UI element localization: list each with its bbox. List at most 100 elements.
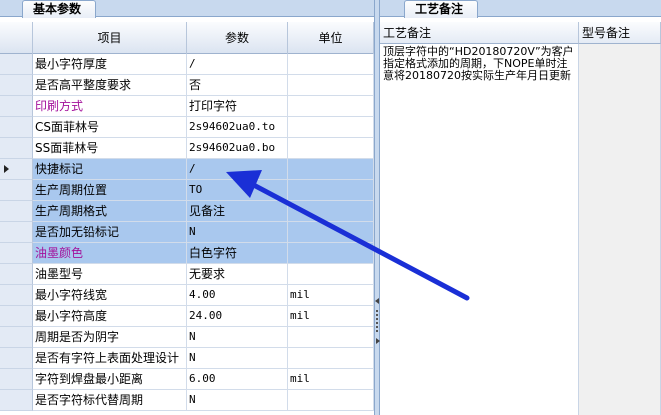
table-row[interactable]: 最小字符厚度 /: [0, 54, 374, 75]
cell-unit[interactable]: [288, 159, 374, 180]
table-row[interactable]: 是否高平整度要求否: [0, 75, 374, 96]
cell-param[interactable]: 2s94602ua0.to: [187, 117, 288, 138]
cell-param[interactable]: N: [187, 348, 288, 369]
cell-item[interactable]: 是否高平整度要求: [33, 75, 187, 96]
cell-param[interactable]: 否: [187, 75, 288, 96]
table-row[interactable]: 生产周期格式 见备注: [0, 201, 374, 222]
cell-item[interactable]: 印刷方式: [33, 96, 187, 117]
cell-unit[interactable]: [288, 96, 374, 117]
table-row[interactable]: 生产周期位置 TO: [0, 180, 374, 201]
cell-param[interactable]: /: [187, 54, 288, 75]
cell-unit[interactable]: [288, 138, 374, 159]
cell-param[interactable]: N: [187, 390, 288, 411]
cell-unit[interactable]: [288, 75, 374, 96]
model-notes-text[interactable]: [579, 44, 661, 415]
cell-unit[interactable]: [288, 117, 374, 138]
table-row[interactable]: 字符到焊盘最小距离 6.00 mil: [0, 369, 374, 390]
cell-unit[interactable]: [288, 201, 374, 222]
cell-unit[interactable]: mil: [288, 285, 374, 306]
model-notes-header: 型号备注: [579, 22, 661, 44]
cell-unit[interactable]: mil: [288, 306, 374, 327]
row-indicator[interactable]: [0, 327, 33, 348]
cell-item[interactable]: 是否有字符上表面处理设计: [33, 348, 187, 369]
cell-item[interactable]: 字符到焊盘最小距离: [33, 369, 187, 390]
cell-param[interactable]: 白色字符: [187, 243, 288, 264]
row-indicator[interactable]: [0, 117, 33, 138]
right-tab-strip: 工艺备注: [380, 0, 661, 18]
row-indicator[interactable]: [0, 264, 33, 285]
table-row[interactable]: 印刷方式 打印字符: [0, 96, 374, 117]
table-row[interactable]: 周期是否为阴字 N: [0, 327, 374, 348]
column-header-param[interactable]: 参数: [187, 22, 288, 54]
cell-item[interactable]: 生产周期格式: [33, 201, 187, 222]
cell-param[interactable]: /: [187, 159, 288, 180]
row-indicator[interactable]: [0, 75, 33, 96]
cell-param[interactable]: N: [187, 222, 288, 243]
cell-param[interactable]: 见备注: [187, 201, 288, 222]
column-header-item[interactable]: 项目: [33, 22, 187, 54]
cell-unit[interactable]: [288, 54, 374, 75]
process-notes-text[interactable]: 顶层字符中的“HD20180720V”为客户指定格式添加的周期，下NOPE单时注…: [380, 44, 579, 415]
basic-params-panel: 基本参数 项目 参数 单位 最小字符厚度 / 是否高平整度要求否印刷方式 打印字符 CS…: [0, 0, 374, 415]
cell-item[interactable]: 最小字符厚度: [33, 54, 187, 75]
table-row[interactable]: SS面菲林号 2s94602ua0.bo: [0, 138, 374, 159]
row-indicator[interactable]: [0, 285, 33, 306]
cell-param[interactable]: N: [187, 327, 288, 348]
cell-unit[interactable]: [288, 327, 374, 348]
row-indicator[interactable]: [0, 369, 33, 390]
table-row[interactable]: 油墨颜色 白色字符: [0, 243, 374, 264]
cell-unit[interactable]: [288, 390, 374, 411]
cell-item[interactable]: SS面菲林号: [33, 138, 187, 159]
cell-item[interactable]: 是否字符标代替周期: [33, 390, 187, 411]
table-row[interactable]: 快捷标记 /: [0, 159, 374, 180]
cell-param[interactable]: 24.00: [187, 306, 288, 327]
cell-item[interactable]: 快捷标记: [33, 159, 187, 180]
current-row-marker-icon: [4, 165, 9, 173]
cell-unit[interactable]: [288, 348, 374, 369]
cell-unit[interactable]: [288, 222, 374, 243]
row-indicator[interactable]: [0, 159, 33, 180]
table-row[interactable]: 最小字符线宽 4.00 mil: [0, 285, 374, 306]
cell-item[interactable]: 油墨型号: [33, 264, 187, 285]
cell-item[interactable]: 最小字符线宽: [33, 285, 187, 306]
table-row[interactable]: CS面菲林号 2s94602ua0.to: [0, 117, 374, 138]
row-indicator[interactable]: [0, 390, 33, 411]
cell-item[interactable]: 是否加无铅标记: [33, 222, 187, 243]
row-indicator[interactable]: [0, 138, 33, 159]
cell-param[interactable]: 6.00: [187, 369, 288, 390]
process-notes-header: 工艺备注: [380, 22, 579, 44]
cell-param[interactable]: 4.00: [187, 285, 288, 306]
tab-basic-params[interactable]: 基本参数: [22, 0, 97, 18]
cell-item[interactable]: 油墨颜色: [33, 243, 187, 264]
cell-param[interactable]: 2s94602ua0.bo: [187, 138, 288, 159]
cell-param[interactable]: 打印字符: [187, 96, 288, 117]
splitter-grip-icon: [376, 310, 378, 332]
cell-item[interactable]: CS面菲林号: [33, 117, 187, 138]
table-row[interactable]: 油墨型号 无要求: [0, 264, 374, 285]
cell-unit[interactable]: mil: [288, 369, 374, 390]
column-header-unit[interactable]: 单位: [288, 22, 374, 54]
row-indicator[interactable]: [0, 201, 33, 222]
cell-unit[interactable]: [288, 264, 374, 285]
cell-unit[interactable]: [288, 243, 374, 264]
row-indicator[interactable]: [0, 306, 33, 327]
row-indicator[interactable]: [0, 222, 33, 243]
table-row[interactable]: 是否有字符上表面处理设计 N: [0, 348, 374, 369]
row-indicator[interactable]: [0, 180, 33, 201]
cell-unit[interactable]: [288, 180, 374, 201]
row-indicator[interactable]: [0, 243, 33, 264]
cell-param[interactable]: TO: [187, 180, 288, 201]
cell-item[interactable]: 生产周期位置: [33, 180, 187, 201]
table-row[interactable]: 是否加无铅标记 N: [0, 222, 374, 243]
notes-panel: 工艺备注 工艺备注 型号备注 顶层字符中的“HD20180720V”为客户指定格…: [380, 0, 661, 415]
tab-process-notes[interactable]: 工艺备注: [404, 0, 479, 18]
collapse-left-icon[interactable]: [375, 298, 379, 304]
table-row[interactable]: 最小字符高度 24.00 mil: [0, 306, 374, 327]
table-row[interactable]: 是否字符标代替周期 N: [0, 390, 374, 411]
row-indicator[interactable]: [0, 54, 33, 75]
cell-item[interactable]: 最小字符高度: [33, 306, 187, 327]
row-indicator[interactable]: [0, 96, 33, 117]
row-indicator[interactable]: [0, 348, 33, 369]
cell-param[interactable]: 无要求: [187, 264, 288, 285]
cell-item[interactable]: 周期是否为阴字: [33, 327, 187, 348]
